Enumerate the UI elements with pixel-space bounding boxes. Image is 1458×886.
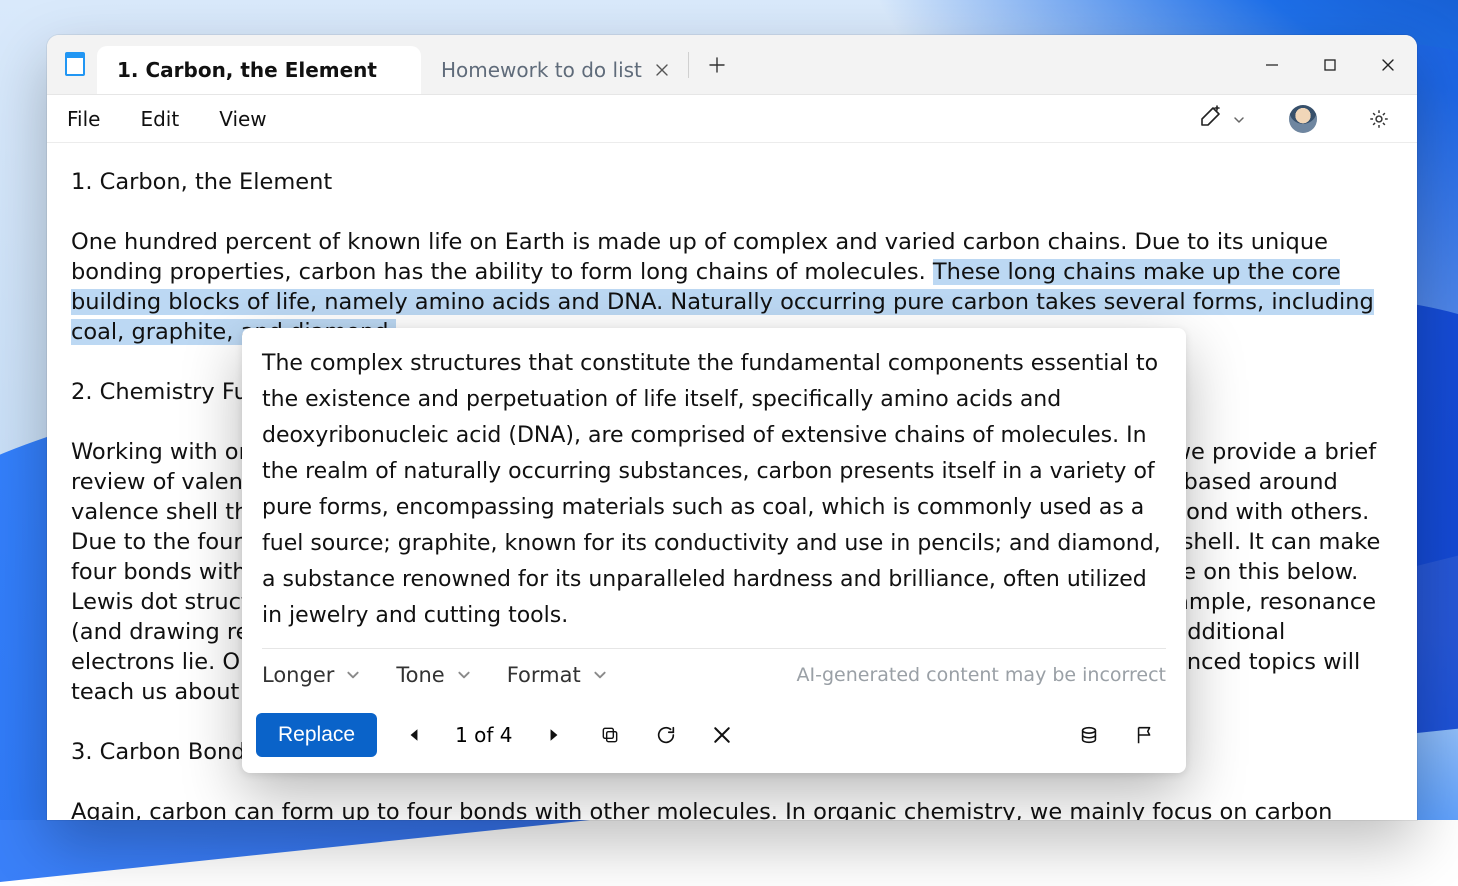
ai-rewrite-popup: The complex structures that constitute t… [242,328,1186,773]
previous-button[interactable] [395,716,433,754]
dismiss-button[interactable] [703,716,741,754]
next-button[interactable] [535,716,573,754]
menu-view[interactable]: View [219,107,266,131]
tab-label: 1. Carbon, the Element [117,58,377,82]
avatar-icon [1289,105,1317,133]
option-label: Tone [396,663,444,687]
triangle-left-icon [407,727,421,743]
close-icon [713,726,731,744]
new-tab-button[interactable] [699,47,735,83]
format-option[interactable]: Format [507,663,607,687]
paragraph-3: Again, carbon can form up to four bonds … [71,797,1393,820]
heading-1: 1. Carbon, the Element [71,167,1393,197]
popup-footer: Replace 1 of 4 [242,701,1186,773]
refresh-icon [655,724,677,746]
maximize-button[interactable] [1301,35,1359,94]
menu-edit[interactable]: Edit [140,107,179,131]
tab-label: Homework to do list [441,58,642,82]
length-option[interactable]: Longer [262,663,360,687]
triangle-right-icon [547,727,561,743]
tab-active[interactable]: 1. Carbon, the Element [97,46,421,94]
chevron-down-icon [346,663,360,687]
tab-separator [688,52,689,78]
chevron-down-icon [457,663,471,687]
account-avatar[interactable] [1285,101,1321,137]
replace-button[interactable]: Replace [256,713,377,757]
feedback-button[interactable] [1126,716,1164,754]
ai-disclaimer: AI-generated content may be incorrect [797,664,1167,686]
chevron-down-icon [1233,107,1245,131]
option-label: Format [507,663,581,687]
close-tab-icon[interactable] [648,56,676,84]
gear-icon [1368,108,1390,130]
pen-sparkle-icon [1199,104,1223,133]
regenerate-button[interactable] [647,716,685,754]
flag-icon [1134,724,1156,746]
ai-rewrite-button[interactable] [1199,101,1245,137]
menu-file[interactable]: File [67,107,100,131]
credits-button[interactable] [1070,716,1108,754]
tab-inactive[interactable]: Homework to do list [421,46,686,94]
popup-options-row: Longer Tone Format AI- [242,649,1186,701]
settings-button[interactable] [1361,101,1397,137]
copy-icon [600,725,620,745]
app-window: 1. Carbon, the Element Homework to do li… [47,35,1417,820]
ai-suggestion-text: The complex structures that constitute t… [242,328,1186,644]
result-counter: 1 of 4 [451,723,516,747]
close-window-button[interactable] [1359,35,1417,94]
tone-option[interactable]: Tone [396,663,470,687]
minimize-button[interactable] [1243,35,1301,94]
chevron-down-icon [593,663,607,687]
copy-button[interactable] [591,716,629,754]
document-area[interactable]: 1. Carbon, the Element One hundred perce… [47,143,1417,820]
menu-bar: File Edit View [47,95,1417,143]
window-controls [1243,35,1417,94]
notepad-app-icon [65,52,85,76]
coins-icon [1078,724,1100,746]
option-label: Longer [262,663,334,687]
titlebar: 1. Carbon, the Element Homework to do li… [47,35,1417,95]
tab-strip: 1. Carbon, the Element Homework to do li… [47,35,735,94]
